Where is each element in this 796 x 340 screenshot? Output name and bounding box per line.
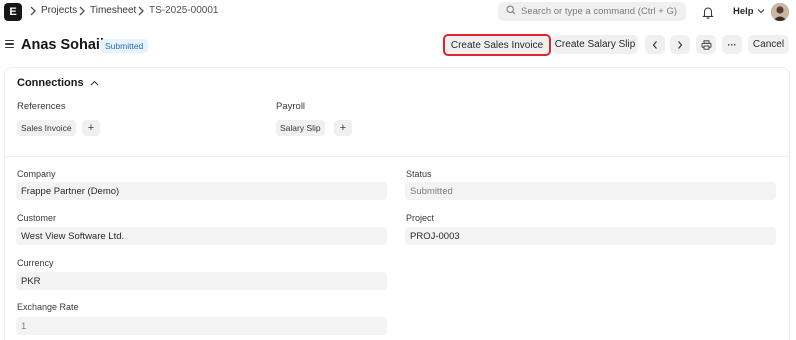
project-label: Project <box>406 213 435 223</box>
help-dropdown[interactable]: Help <box>733 6 765 17</box>
chevron-right-icon <box>137 5 145 20</box>
references-group-title: References <box>17 101 66 112</box>
breadcrumb-projects[interactable]: Projects <box>41 5 77 16</box>
status-label: Status <box>406 169 432 179</box>
status-field[interactable]: Submitted <box>405 182 776 200</box>
currency-field[interactable]: PKR <box>16 272 387 290</box>
add-sales-invoice-button[interactable]: + <box>82 120 100 136</box>
chevron-right-icon <box>78 5 86 20</box>
chevron-right-icon <box>676 40 684 50</box>
payroll-group-title: Payroll <box>276 101 306 112</box>
chevron-left-icon <box>651 40 659 50</box>
create-sales-invoice-button[interactable]: Create Sales Invoice <box>443 34 551 56</box>
avatar[interactable] <box>771 3 789 21</box>
page-title: Anas Sohail <box>21 37 104 53</box>
currency-label: Currency <box>17 258 54 268</box>
salary-slip-link[interactable]: Salary Slip <box>276 120 325 136</box>
search-placeholder: Search or type a command (Ctrl + G) <box>521 6 678 17</box>
company-field[interactable]: Frappe Partner (Demo) <box>16 182 387 200</box>
previous-button[interactable] <box>645 35 665 54</box>
more-button[interactable]: ··· <box>722 35 742 54</box>
exchange-rate-field[interactable]: 1 <box>16 317 387 335</box>
breadcrumb-current[interactable]: TS-2025-00001 <box>149 5 219 16</box>
cancel-button[interactable]: Cancel <box>748 35 789 54</box>
connections-title: Connections <box>17 77 84 89</box>
page-header: Anas Sohail Submitted Create Sales Invoi… <box>0 30 796 60</box>
bell-icon[interactable] <box>700 4 716 20</box>
exchange-rate-label: Exchange Rate <box>17 302 79 312</box>
hamburger-icon[interactable] <box>5 40 14 48</box>
print-button[interactable] <box>696 35 716 54</box>
search-icon <box>506 5 516 18</box>
add-salary-slip-button[interactable]: + <box>334 120 352 136</box>
connections-toggle[interactable]: Connections <box>17 77 99 89</box>
chevron-down-icon <box>757 6 765 17</box>
plus-icon: + <box>339 122 347 134</box>
printer-icon <box>701 39 712 50</box>
form-card: Connections References Sales Invoice + P… <box>4 67 790 340</box>
create-salary-slip-button[interactable]: Create Salary Slip <box>552 35 638 54</box>
search-input[interactable]: Search or type a command (Ctrl + G) <box>498 2 686 21</box>
section-divider <box>5 156 789 157</box>
plus-icon: + <box>87 122 95 134</box>
sales-invoice-link[interactable]: Sales Invoice <box>17 120 76 136</box>
chevron-up-icon <box>90 77 99 89</box>
status-badge: Submitted <box>100 39 149 53</box>
more-icon: ··· <box>727 39 737 50</box>
customer-label: Customer <box>17 213 57 223</box>
navbar: E Projects Timesheet TS-2025-00001 Searc… <box>0 0 796 24</box>
customer-field[interactable]: West View Software Ltd. <box>16 227 387 245</box>
app-logo[interactable]: E <box>4 3 22 21</box>
breadcrumb-timesheet[interactable]: Timesheet <box>90 5 136 16</box>
next-button[interactable] <box>670 35 690 54</box>
project-field[interactable]: PROJ-0003 <box>405 227 776 245</box>
help-label: Help <box>733 6 754 17</box>
company-label: Company <box>17 169 56 179</box>
chevron-right-icon <box>29 5 37 20</box>
